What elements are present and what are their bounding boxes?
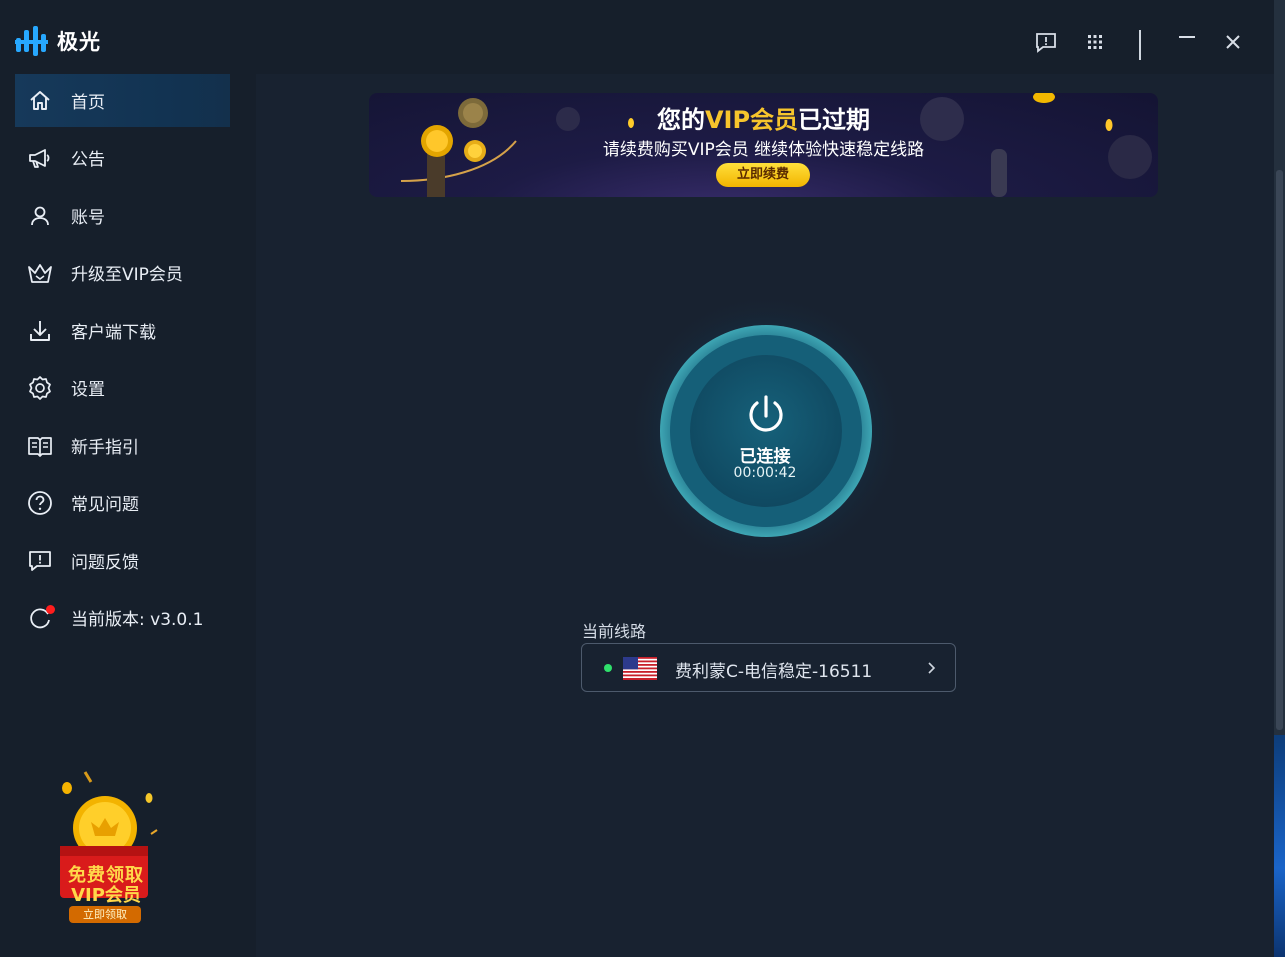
sidebar-item-label: 问题反馈 — [71, 553, 139, 573]
us-flag-icon — [623, 657, 657, 680]
banner-title-vip: VIP会员 — [704, 106, 799, 134]
download-icon — [27, 318, 53, 344]
sidebar-item-guide[interactable]: 新手指引 — [15, 419, 230, 472]
sidebar-item-account[interactable]: 账号 — [15, 189, 230, 242]
connection-timer: 00:00:42 — [733, 465, 797, 481]
sidebar-item-label: 设置 — [71, 380, 105, 400]
sidebar-item-faq[interactable]: 常见问题 — [15, 476, 230, 529]
megaphone-icon — [27, 145, 53, 171]
feedback-button[interactable] — [1032, 28, 1060, 56]
sidebar-item-label: 常见问题 — [71, 495, 139, 515]
title-bar: 极光 — [0, 0, 1274, 74]
question-icon — [27, 490, 53, 516]
sidebar-item-upgrade-vip[interactable]: 升级至VIP会员 — [15, 246, 230, 299]
app-title: 极光 — [57, 30, 101, 54]
title-bar-divider — [1139, 30, 1141, 60]
sidebar-item-label: 新手指引 — [71, 438, 139, 458]
route-selector[interactable]: 费利蒙C-电信稳定-16511 — [581, 643, 956, 692]
sidebar-item-version[interactable]: 当前版本: v3.0.1 — [15, 591, 230, 644]
sidebar-item-announcements[interactable]: 公告 — [15, 131, 230, 184]
book-icon — [27, 433, 53, 459]
desktop-wallpaper — [1274, 735, 1285, 957]
gear-icon — [27, 375, 53, 401]
sidebar: 首页 公告 账号 升级至VIP会员 客户端下载 设置 新手指引 常见问题 问题反… — [0, 74, 256, 957]
chevron-right-icon — [928, 662, 936, 674]
window-scrollbar — [1276, 170, 1283, 730]
main-content: 您的VIP会员已过期 请续费购买VIP会员 继续体验快速稳定线路 立即续费 已连… — [256, 74, 1274, 957]
sidebar-item-settings[interactable]: 设置 — [15, 361, 230, 414]
sidebar-item-label: 公告 — [71, 150, 105, 170]
desktop-background — [1274, 0, 1285, 957]
close-icon — [1226, 35, 1240, 49]
refresh-icon — [27, 604, 55, 631]
route-status-dot — [604, 664, 612, 672]
sidebar-item-home[interactable]: 首页 — [15, 74, 230, 127]
connect-toggle-button[interactable] — [616, 299, 916, 579]
renew-now-button[interactable]: 立即续费 — [716, 163, 810, 187]
banner-title: 您的VIP会员已过期 — [369, 100, 1158, 135]
promo-line2: VIP会员 — [71, 885, 141, 906]
sidebar-item-feedback[interactable]: 问题反馈 — [15, 534, 230, 587]
update-badge — [46, 604, 55, 614]
vip-expired-banner[interactable]: 您的VIP会员已过期 请续费购买VIP会员 继续体验快速稳定线路 立即续费 — [369, 93, 1158, 197]
user-icon — [27, 203, 53, 229]
app-window: 极光 首页 公告 账号 升级至VIP会员 客户端下载 设置 新手指引 常见问题 … — [0, 0, 1274, 957]
close-button[interactable] — [1219, 28, 1247, 56]
banner-title-suffix: 已过期 — [798, 106, 871, 134]
sidebar-item-download[interactable]: 客户端下载 — [15, 304, 230, 357]
sidebar-item-label: 客户端下载 — [71, 323, 156, 343]
minimize-button[interactable] — [1173, 28, 1201, 56]
banner-subtitle: 请续费购买VIP会员 继续体验快速稳定线路 — [602, 140, 925, 160]
feedback-icon — [27, 548, 53, 574]
minimize-icon — [1179, 36, 1195, 38]
banner-title-prefix: 您的 — [656, 106, 705, 134]
apps-button[interactable] — [1081, 28, 1109, 56]
grid-icon — [1088, 35, 1102, 49]
free-vip-promo[interactable]: 免费领取 VIP会员 立即领取 — [55, 766, 160, 926]
logo-icon — [15, 26, 48, 56]
route-name: 费利蒙C-电信稳定-16511 — [675, 662, 873, 682]
crown-icon — [27, 260, 53, 286]
chat-alert-icon — [1036, 33, 1056, 53]
app-logo: 极光 — [15, 26, 101, 56]
connection-status: 已连接 — [739, 447, 791, 467]
sidebar-item-label: 升级至VIP会员 — [71, 265, 183, 285]
home-icon — [27, 88, 53, 114]
sidebar-item-label: 当前版本: v3.0.1 — [71, 610, 204, 630]
promo-claim-button[interactable]: 立即领取 — [69, 906, 141, 923]
current-route-label: 当前线路 — [582, 622, 647, 641]
sidebar-item-label: 首页 — [71, 93, 105, 113]
sidebar-item-label: 账号 — [71, 208, 105, 228]
